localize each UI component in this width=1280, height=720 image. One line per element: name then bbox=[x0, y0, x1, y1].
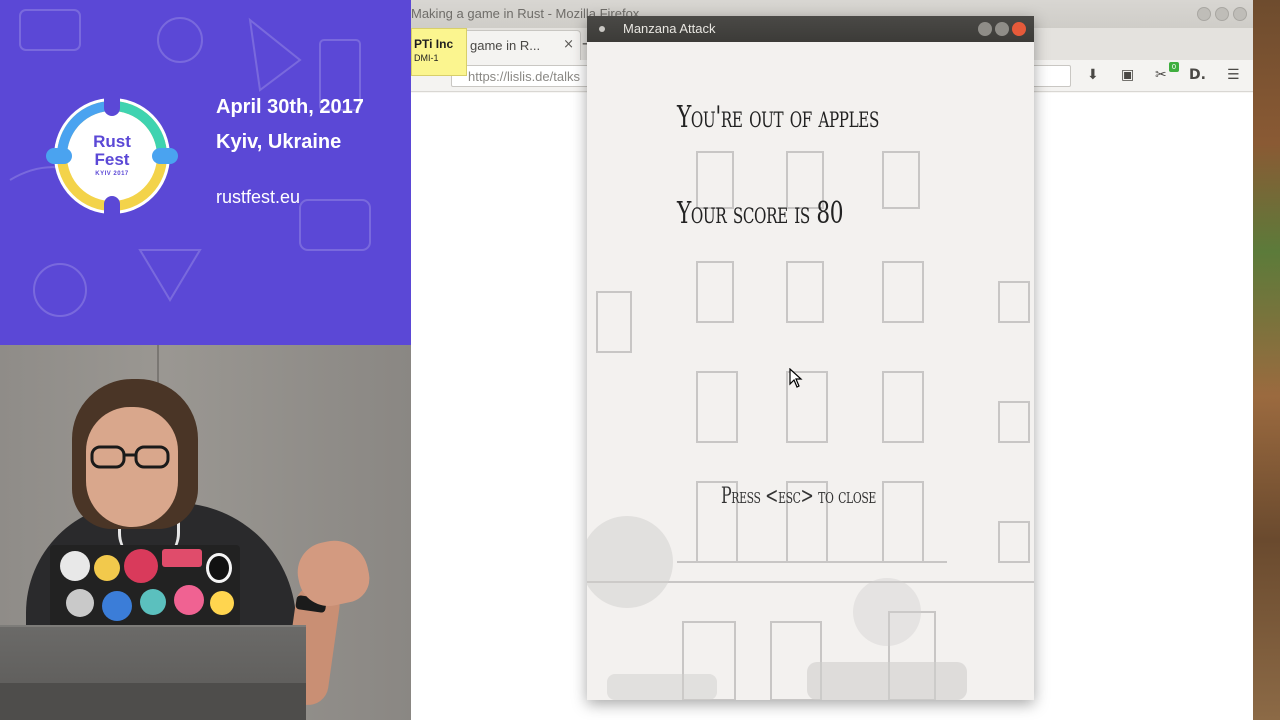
game-close-button[interactable] bbox=[1012, 22, 1026, 36]
video-frame: Rust Fest KYIV 2017 April 30th, 2017 Kyi… bbox=[0, 0, 1280, 720]
event-city: Kyiv, Ukraine bbox=[216, 131, 342, 153]
logo-fest-text: Fest bbox=[94, 150, 130, 169]
game-window-controls bbox=[978, 22, 1026, 36]
close-window-button[interactable] bbox=[1233, 7, 1247, 21]
projected-desktop: Making a game in Rust - Mozilla Firefox … bbox=[411, 0, 1280, 720]
tab-label: game in R... bbox=[470, 38, 541, 53]
tab-close-icon[interactable]: × bbox=[563, 37, 574, 52]
reader-icon[interactable]: D. bbox=[1189, 67, 1206, 83]
sticker-laptop bbox=[50, 545, 240, 627]
glasses-icon bbox=[90, 445, 170, 469]
extension-badge: 0 bbox=[1169, 62, 1179, 72]
game-over-message: You're out of apples bbox=[677, 100, 879, 135]
game-minimize-button[interactable] bbox=[978, 22, 992, 36]
rustfest-logo: Rust Fest KYIV 2017 bbox=[44, 88, 180, 224]
sticky-note[interactable]: PTi Inc DMI-1 bbox=[411, 28, 467, 76]
desktop-wallpaper bbox=[1253, 0, 1280, 720]
minimize-button[interactable] bbox=[1197, 7, 1211, 21]
pocket-icon[interactable]: ▣ bbox=[1121, 67, 1134, 83]
podium-base bbox=[0, 683, 306, 720]
download-icon[interactable]: ⬇ bbox=[1087, 67, 1099, 83]
extension-icon[interactable]: ✂ bbox=[1155, 67, 1167, 83]
event-date: April 30th, 2017 bbox=[216, 96, 364, 118]
menu-icon[interactable]: ☰ bbox=[1227, 67, 1240, 83]
score-message: Your score is 80 bbox=[677, 196, 844, 231]
logo-kyiv-text: KYIV 2017 bbox=[95, 171, 129, 177]
tab-making-a-game[interactable]: game in R... × bbox=[463, 30, 581, 60]
logo-rust-text: Rust bbox=[93, 132, 131, 151]
close-instruction: Press <esc> to close bbox=[721, 484, 876, 509]
game-maximize-button[interactable] bbox=[995, 22, 1009, 36]
speaker-camera bbox=[0, 345, 411, 720]
url-text: https://lislis.de/talks bbox=[468, 69, 580, 84]
game-canvas[interactable]: You're out of apples Your score is 80 Pr… bbox=[587, 42, 1034, 700]
game-window-title: Manzana Attack bbox=[623, 21, 716, 36]
building-background bbox=[587, 151, 1034, 700]
event-website: rustfest.eu bbox=[216, 187, 301, 207]
mouse-cursor-icon bbox=[789, 368, 803, 388]
conference-banner: Rust Fest KYIV 2017 April 30th, 2017 Kyi… bbox=[0, 0, 411, 345]
sticky-note-title: PTi Inc bbox=[414, 37, 454, 51]
sticky-note-subtitle: DMI-1 bbox=[414, 53, 439, 63]
window-menu-icon[interactable] bbox=[599, 26, 605, 32]
game-window: Manzana Attack You're out of apples Your… bbox=[587, 16, 1034, 700]
game-titlebar[interactable]: Manzana Attack bbox=[587, 16, 1034, 42]
firefox-window-controls bbox=[1197, 7, 1247, 21]
maximize-button[interactable] bbox=[1215, 7, 1229, 21]
